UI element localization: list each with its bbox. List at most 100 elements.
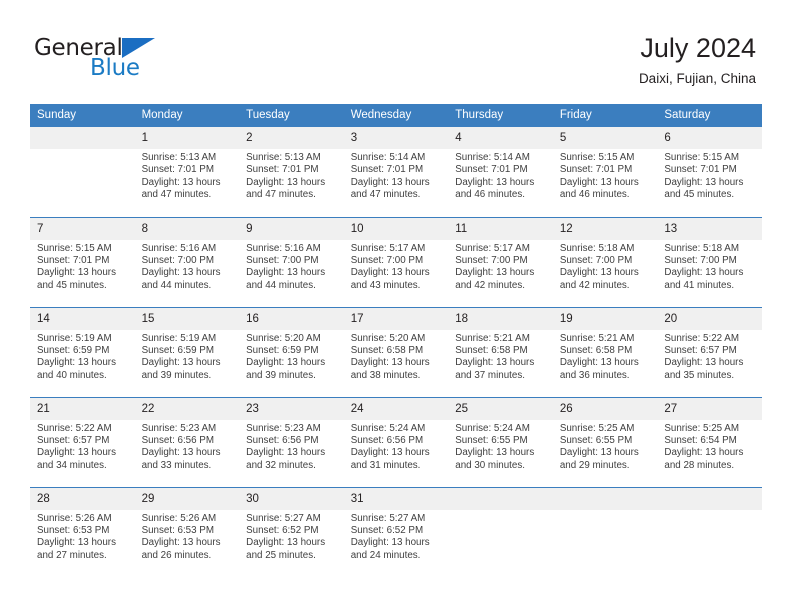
day-cell-inner: 21 Sunrise: 5:22 AM Sunset: 6:57 PM Dayligh… xyxy=(30,397,135,487)
calendar-day-cell[interactable]: 17 Sunrise: 5:20 AM Sunset: 6:58 PM Dayligh… xyxy=(343,306,449,397)
day-detail-line: and 44 minutes. xyxy=(141,279,212,291)
calendar-day-cell[interactable]: 7 Sunrise: 5:15 AM Sunset: 7:01 PM Daylight… xyxy=(30,216,135,307)
calendar-day-cell[interactable]: 21 Sunrise: 5:22 AM Sunset: 6:57 PM Dayligh… xyxy=(30,396,135,487)
calendar-day-cell[interactable]: 1 Sunrise: 5:13 AM Sunset: 7:01 PM Daylight… xyxy=(134,127,240,217)
calendar-day-cell[interactable]: 12 Sunrise: 5:18 AM Sunset: 7:00 PM Dayligh… xyxy=(552,216,658,307)
calendar-page: General Blue July 2024 Daixi, Fujian, Ch… xyxy=(0,0,792,612)
day-details xyxy=(657,510,762,513)
day-detail-line: Sunrise: 5:20 AM xyxy=(350,332,426,344)
day-detail-line: Daylight: 13 hours xyxy=(350,267,430,279)
day-number xyxy=(30,127,135,149)
calendar-week-row: 14 Sunrise: 5:19 AM Sunset: 6:59 PM Dayligh… xyxy=(30,306,762,397)
calendar-day-cell[interactable]: 5 Sunrise: 5:15 AM Sunset: 7:01 PM Daylight… xyxy=(552,127,658,217)
calendar-day-cell[interactable]: 23 Sunrise: 5:23 AM Sunset: 6:56 PM Dayligh… xyxy=(239,396,344,487)
page-header: General Blue July 2024 Daixi, Fujian, Ch… xyxy=(0,0,792,104)
day-detail-line: Sunset: 6:53 PM xyxy=(141,524,214,536)
day-detail-line: Daylight: 13 hours xyxy=(664,176,744,188)
day-detail-line: and 32 minutes. xyxy=(246,459,316,471)
day-details: Sunrise: 5:15 AM Sunset: 7:01 PM Daylight:… xyxy=(30,240,135,293)
day-detail-line: Sunset: 6:56 PM xyxy=(141,434,214,446)
day-cell-inner xyxy=(552,487,658,577)
calendar-day-cell[interactable]: 19 Sunrise: 5:21 AM Sunset: 6:58 PM Dayligh… xyxy=(552,306,658,397)
calendar-day-cell[interactable]: 26 Sunrise: 5:25 AM Sunset: 6:55 PM Dayligh… xyxy=(552,396,658,487)
calendar-day-cell[interactable]: 15 Sunrise: 5:19 AM Sunset: 6:59 PM Dayligh… xyxy=(134,306,240,397)
calendar-day-cell[interactable]: 30 Sunrise: 5:27 AM Sunset: 6:52 PM Dayligh… xyxy=(239,486,344,577)
day-detail-line: Daylight: 13 hours xyxy=(246,176,326,188)
day-details: Sunrise: 5:17 AM Sunset: 7:00 PM Daylight:… xyxy=(448,240,553,293)
calendar-day-cell[interactable]: 2 Sunrise: 5:13 AM Sunset: 7:01 PM Daylight… xyxy=(239,127,344,217)
day-number xyxy=(552,487,658,510)
day-cell-inner: 4 Sunrise: 5:14 AM Sunset: 7:01 PM Daylight… xyxy=(448,127,553,216)
day-detail-line: Daylight: 13 hours xyxy=(455,447,535,459)
day-detail-line: and 39 minutes. xyxy=(246,369,316,381)
day-detail-line: Daylight: 13 hours xyxy=(246,537,326,549)
day-detail-line: Sunrise: 5:16 AM xyxy=(141,242,217,254)
calendar-day-cell[interactable]: 11 Sunrise: 5:17 AM Sunset: 7:00 PM Dayligh… xyxy=(448,216,553,307)
day-detail-line: Sunrise: 5:18 AM xyxy=(559,242,635,254)
day-detail-line: and 39 minutes. xyxy=(141,369,212,381)
calendar-week-row: 21 Sunrise: 5:22 AM Sunset: 6:57 PM Dayligh… xyxy=(30,396,762,487)
day-number: 19 xyxy=(552,307,658,330)
day-detail-line: Sunrise: 5:24 AM xyxy=(350,422,426,434)
day-detail-line: Daylight: 13 hours xyxy=(141,537,221,549)
day-detail-line: Sunset: 6:54 PM xyxy=(664,434,737,446)
calendar-day-cell[interactable]: 31 Sunrise: 5:27 AM Sunset: 6:52 PM Dayligh… xyxy=(343,486,449,577)
day-cell-inner: 6 Sunrise: 5:15 AM Sunset: 7:01 PM Daylight… xyxy=(657,127,762,216)
calendar-body: 1 Sunrise: 5:13 AM Sunset: 7:01 PM Daylight… xyxy=(30,127,762,577)
calendar-day-cell[interactable]: 9 Sunrise: 5:16 AM Sunset: 7:00 PM Daylight… xyxy=(239,216,344,307)
calendar-day-cell[interactable]: 28 Sunrise: 5:26 AM Sunset: 6:53 PM Dayligh… xyxy=(30,486,135,577)
calendar-day-cell[interactable]: 20 Sunrise: 5:22 AM Sunset: 6:57 PM Dayligh… xyxy=(657,306,762,397)
calendar-day-cell[interactable]: 29 Sunrise: 5:26 AM Sunset: 6:53 PM Dayligh… xyxy=(134,486,240,577)
day-cell-inner xyxy=(30,127,135,216)
calendar-day-cell[interactable]: 6 Sunrise: 5:15 AM Sunset: 7:01 PM Daylight… xyxy=(657,127,762,217)
day-detail-line: and 34 minutes. xyxy=(37,459,107,471)
day-detail-line: and 47 minutes. xyxy=(141,189,212,201)
day-details: Sunrise: 5:14 AM Sunset: 7:01 PM Daylight:… xyxy=(448,149,553,202)
calendar-day-cell[interactable]: 4 Sunrise: 5:14 AM Sunset: 7:01 PM Daylight… xyxy=(448,127,553,217)
day-detail-line: Sunset: 6:59 PM xyxy=(141,344,214,356)
day-number: 16 xyxy=(239,307,344,330)
day-cell-inner: 23 Sunrise: 5:23 AM Sunset: 6:56 PM Dayligh… xyxy=(239,397,344,487)
day-details: Sunrise: 5:27 AM Sunset: 6:52 PM Daylight:… xyxy=(239,510,344,563)
calendar-day-cell[interactable]: 10 Sunrise: 5:17 AM Sunset: 7:00 PM Dayligh… xyxy=(343,216,449,307)
page-subtitle: Daixi, Fujian, China xyxy=(638,71,756,86)
day-number: 2 xyxy=(239,127,344,149)
calendar-day-cell[interactable]: 8 Sunrise: 5:16 AM Sunset: 7:00 PM Daylight… xyxy=(134,216,240,307)
day-detail-line: and 44 minutes. xyxy=(246,279,316,291)
day-number: 4 xyxy=(448,127,553,149)
day-details: Sunrise: 5:26 AM Sunset: 6:53 PM Daylight:… xyxy=(135,510,240,563)
calendar-day-cell[interactable]: 22 Sunrise: 5:23 AM Sunset: 6:56 PM Dayligh… xyxy=(134,396,240,487)
calendar-day-cell[interactable]: 27 Sunrise: 5:25 AM Sunset: 6:54 PM Dayligh… xyxy=(657,396,762,487)
day-detail-line: Daylight: 13 hours xyxy=(350,357,430,369)
calendar-day-cell[interactable]: 25 Sunrise: 5:24 AM Sunset: 6:55 PM Dayligh… xyxy=(448,396,553,487)
day-detail-line: Sunrise: 5:23 AM xyxy=(246,422,321,434)
weekday-header-wednesday: Wednesday xyxy=(343,104,449,127)
calendar-day-cell[interactable]: 3 Sunrise: 5:14 AM Sunset: 7:01 PM Daylight… xyxy=(343,127,449,217)
day-number: 13 xyxy=(657,217,762,240)
calendar-day-cell[interactable]: 14 Sunrise: 5:19 AM Sunset: 6:59 PM Dayligh… xyxy=(30,306,135,397)
day-number: 10 xyxy=(343,217,449,240)
day-detail-line: Sunset: 6:52 PM xyxy=(350,524,424,536)
calendar-day-cell[interactable]: 18 Sunrise: 5:21 AM Sunset: 6:58 PM Dayligh… xyxy=(448,306,553,397)
calendar-day-cell-empty xyxy=(30,127,135,217)
day-cell-inner: 12 Sunrise: 5:18 AM Sunset: 7:00 PM Dayligh… xyxy=(552,217,658,307)
day-detail-line: Sunset: 6:53 PM xyxy=(37,524,110,536)
day-detail-line: and 45 minutes. xyxy=(664,189,735,201)
day-number: 29 xyxy=(134,487,240,510)
day-detail-line: Sunrise: 5:22 AM xyxy=(664,332,739,344)
day-detail-line: and 41 minutes. xyxy=(664,279,735,291)
day-detail-line: Daylight: 13 hours xyxy=(559,357,639,369)
day-cell-inner xyxy=(448,487,553,577)
day-cell-inner: 3 Sunrise: 5:14 AM Sunset: 7:01 PM Daylight… xyxy=(343,127,449,216)
day-detail-line: and 30 minutes. xyxy=(455,459,525,471)
day-number: 31 xyxy=(343,487,449,510)
day-details: Sunrise: 5:20 AM Sunset: 6:58 PM Daylight:… xyxy=(344,330,449,383)
calendar-day-cell[interactable]: 13 Sunrise: 5:18 AM Sunset: 7:00 PM Dayligh… xyxy=(657,216,762,307)
day-number xyxy=(448,487,553,510)
calendar-day-cell[interactable]: 16 Sunrise: 5:20 AM Sunset: 6:59 PM Dayligh… xyxy=(239,306,344,397)
day-detail-line: Sunset: 6:59 PM xyxy=(246,344,319,356)
day-cell-inner: 17 Sunrise: 5:20 AM Sunset: 6:58 PM Dayligh… xyxy=(343,307,449,397)
calendar-day-cell[interactable]: 24 Sunrise: 5:24 AM Sunset: 6:56 PM Dayligh… xyxy=(343,396,449,487)
day-number: 6 xyxy=(657,127,762,149)
day-detail-line: Daylight: 13 hours xyxy=(141,357,221,369)
